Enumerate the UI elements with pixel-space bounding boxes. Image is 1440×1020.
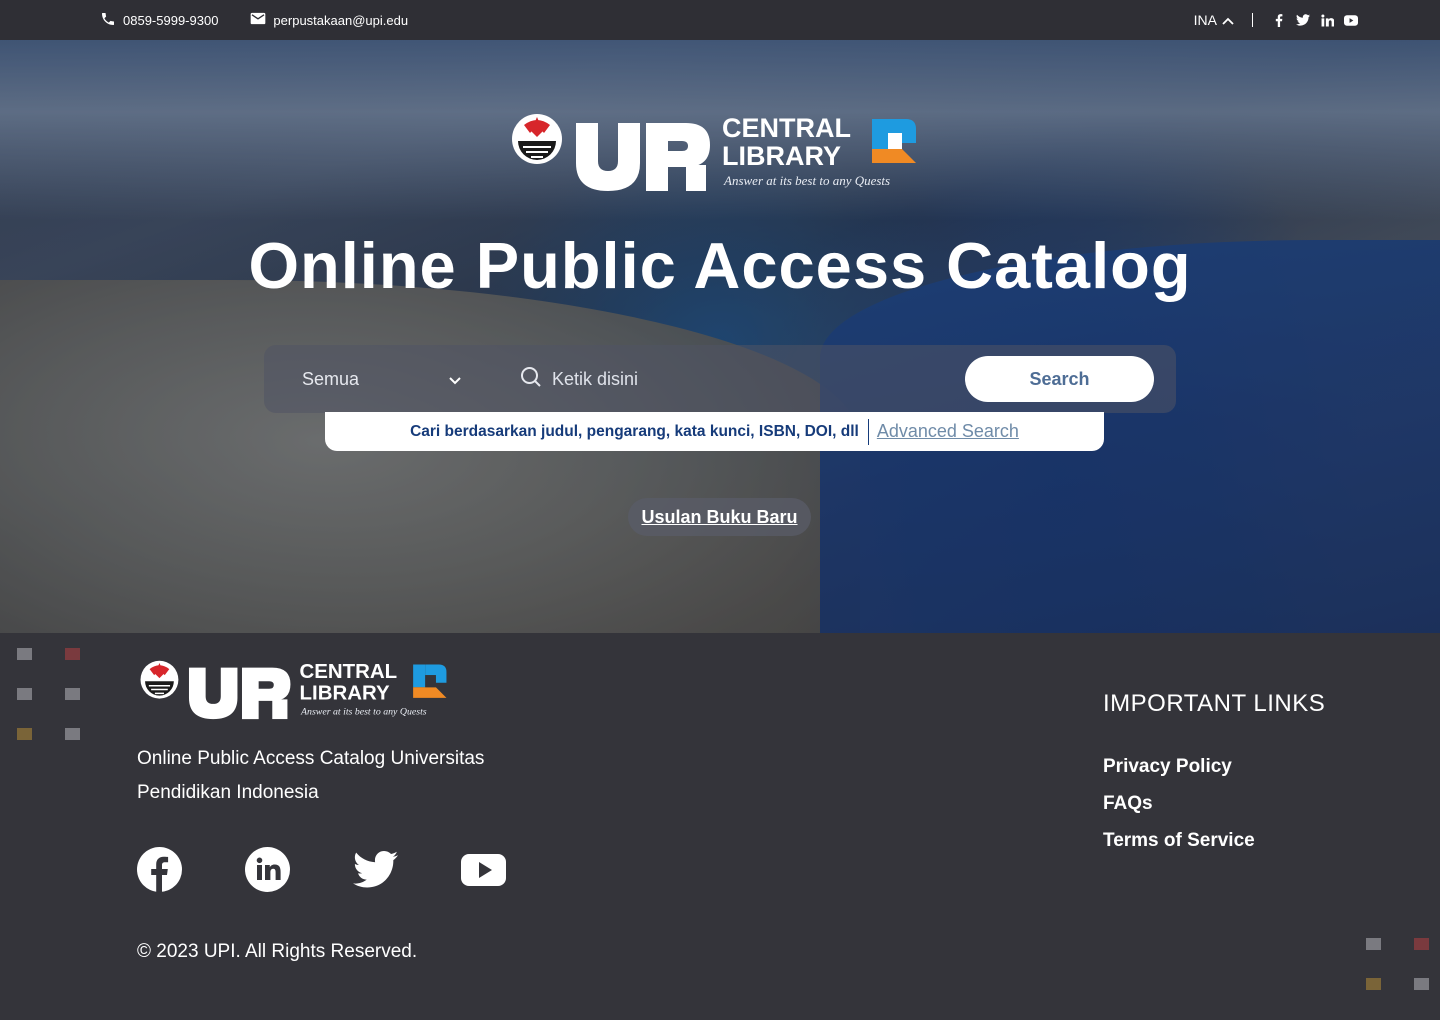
hint-divider bbox=[867, 418, 869, 445]
privacy-policy-link[interactable]: Privacy Policy bbox=[1103, 756, 1325, 778]
logo-tagline: Answer at its best to any Quests bbox=[300, 707, 427, 718]
footer-socials bbox=[137, 847, 506, 892]
phone-contact[interactable]: 0859-5999-9300 bbox=[100, 11, 218, 30]
linkedin-icon[interactable] bbox=[245, 847, 290, 892]
decor-square bbox=[1414, 938, 1429, 950]
new-book-suggestion-button[interactable]: Usulan Buku Baru bbox=[628, 498, 811, 536]
decor-square bbox=[17, 688, 32, 700]
upi-central-library-logo[interactable]: CENTRAL LIBRARY Answer at its best to an… bbox=[510, 113, 922, 191]
mail-icon bbox=[250, 12, 266, 28]
phone-icon bbox=[100, 11, 116, 30]
language-selector[interactable]: INA bbox=[1194, 12, 1234, 28]
logo-line1: CENTRAL bbox=[300, 660, 398, 683]
topbar-right: INA bbox=[1194, 0, 1358, 40]
search-field bbox=[520, 345, 940, 413]
chevron-down-icon bbox=[448, 369, 462, 390]
upi-wordmark bbox=[576, 123, 710, 191]
email-contact[interactable]: perpustakaan@upi.edu bbox=[250, 12, 408, 28]
logo-line2: LIBRARY bbox=[722, 141, 841, 171]
terms-of-service-link[interactable]: Terms of Service bbox=[1103, 830, 1325, 852]
contact-info: 0859-5999-9300 perpustakaan@upi.edu bbox=[100, 0, 408, 40]
search-hint-text: Cari berdasarkan judul, pengarang, kata … bbox=[410, 422, 859, 440]
upi-emblem bbox=[140, 660, 179, 699]
faqs-link[interactable]: FAQs bbox=[1103, 793, 1325, 815]
hero-section: CENTRAL LIBRARY Answer at its best to an… bbox=[0, 40, 1440, 633]
decor-square bbox=[65, 648, 80, 660]
library-mark-icon bbox=[413, 664, 447, 698]
youtube-icon[interactable] bbox=[461, 847, 506, 892]
search-icon bbox=[520, 366, 542, 393]
linkedin-icon[interactable] bbox=[1320, 13, 1334, 27]
facebook-icon[interactable] bbox=[137, 847, 182, 892]
youtube-icon[interactable] bbox=[1344, 13, 1358, 27]
decor-square bbox=[65, 688, 80, 700]
twitter-icon[interactable] bbox=[353, 847, 398, 892]
advanced-search-link[interactable]: Advanced Search bbox=[877, 421, 1019, 442]
logo-tagline: Answer at its best to any Quests bbox=[723, 173, 890, 188]
library-mark-icon bbox=[872, 119, 916, 163]
facebook-icon[interactable] bbox=[1272, 13, 1286, 27]
language-label: INA bbox=[1193, 12, 1217, 28]
logo-line2: LIBRARY bbox=[300, 681, 390, 704]
footer-logo[interactable]: CENTRAL LIBRARY Answer at its best to an… bbox=[139, 660, 451, 720]
decor-square bbox=[1366, 938, 1381, 950]
page-title: Online Public Access Catalog bbox=[248, 229, 1192, 302]
decor-square bbox=[17, 728, 32, 740]
copyright-text: © 2023 UPI. All Rights Reserved. bbox=[137, 941, 418, 962]
search-bar: Semua Search bbox=[264, 345, 1176, 413]
upi-emblem bbox=[512, 114, 562, 164]
footer: CENTRAL LIBRARY Answer at its best to an… bbox=[0, 633, 1440, 1020]
category-select[interactable]: Semua bbox=[302, 345, 462, 413]
upi-wordmark bbox=[188, 667, 291, 720]
search-input[interactable] bbox=[552, 368, 932, 390]
search-button[interactable]: Search bbox=[965, 356, 1154, 402]
footer-description: Online Public Access Catalog Universitas… bbox=[137, 748, 485, 803]
phone-number: 0859-5999-9300 bbox=[123, 12, 219, 28]
twitter-icon[interactable] bbox=[1296, 13, 1310, 27]
chevron-up-icon bbox=[1222, 12, 1234, 28]
email-address: perpustakaan@upi.edu bbox=[273, 12, 409, 28]
important-links: IMPORTANT LINKS Privacy Policy FAQs Term… bbox=[1103, 690, 1325, 867]
topbar-socials bbox=[1272, 13, 1358, 27]
topbar-divider bbox=[1252, 13, 1253, 27]
search-hint: Cari berdasarkan judul, pengarang, kata … bbox=[325, 412, 1104, 451]
category-select-value: Semua bbox=[302, 368, 360, 389]
important-links-title: IMPORTANT LINKS bbox=[1103, 690, 1326, 717]
top-bar: 0859-5999-9300 perpustakaan@upi.edu INA bbox=[0, 0, 1440, 40]
decor-square bbox=[65, 728, 80, 740]
logo-line1: CENTRAL bbox=[722, 113, 851, 143]
decor-square bbox=[17, 648, 32, 660]
decor-square bbox=[1366, 978, 1381, 990]
decor-square bbox=[1414, 978, 1429, 990]
